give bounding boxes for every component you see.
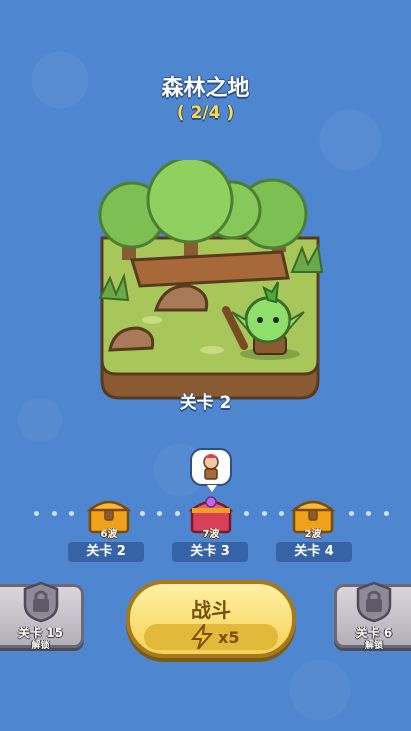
level-node-3[interactable]: 7波 <box>186 494 236 540</box>
level-scene-island[interactable] <box>92 160 328 400</box>
hero-avatar-icon <box>203 454 219 480</box>
node-waves: 7波 <box>202 529 220 540</box>
area-progress: ( 2/4 ) <box>176 103 235 123</box>
energy-cost: x5 <box>218 628 240 647</box>
node-label: 关卡 4 <box>276 542 352 562</box>
level-node-4[interactable]: 2波 <box>288 494 338 540</box>
fight-label: 战斗 <box>191 598 231 622</box>
previous-level-button[interactable]: 关卡 15 解锁 <box>0 581 84 651</box>
previous-level-unlock: 解锁 <box>31 641 50 651</box>
next-level-button[interactable]: 关卡 6 解锁 <box>334 581 411 651</box>
node-waves: 2波 <box>304 529 322 540</box>
lightning-icon <box>190 624 214 650</box>
level-node-2[interactable]: 6波 <box>84 494 134 540</box>
lock-icon <box>356 581 392 623</box>
area-title: 森林之地 <box>161 76 250 101</box>
next-level-unlock: 解锁 <box>364 641 383 651</box>
fight-button[interactable]: 战斗 x5 <box>126 580 296 658</box>
current-level-caption: 关卡 2 <box>179 393 232 413</box>
node-waves: 6波 <box>100 529 118 540</box>
node-label: 关卡 2 <box>68 542 144 562</box>
lock-icon <box>23 581 58 623</box>
hero-avatar-bubble <box>190 448 232 492</box>
node-label: 关卡 3 <box>172 542 248 562</box>
